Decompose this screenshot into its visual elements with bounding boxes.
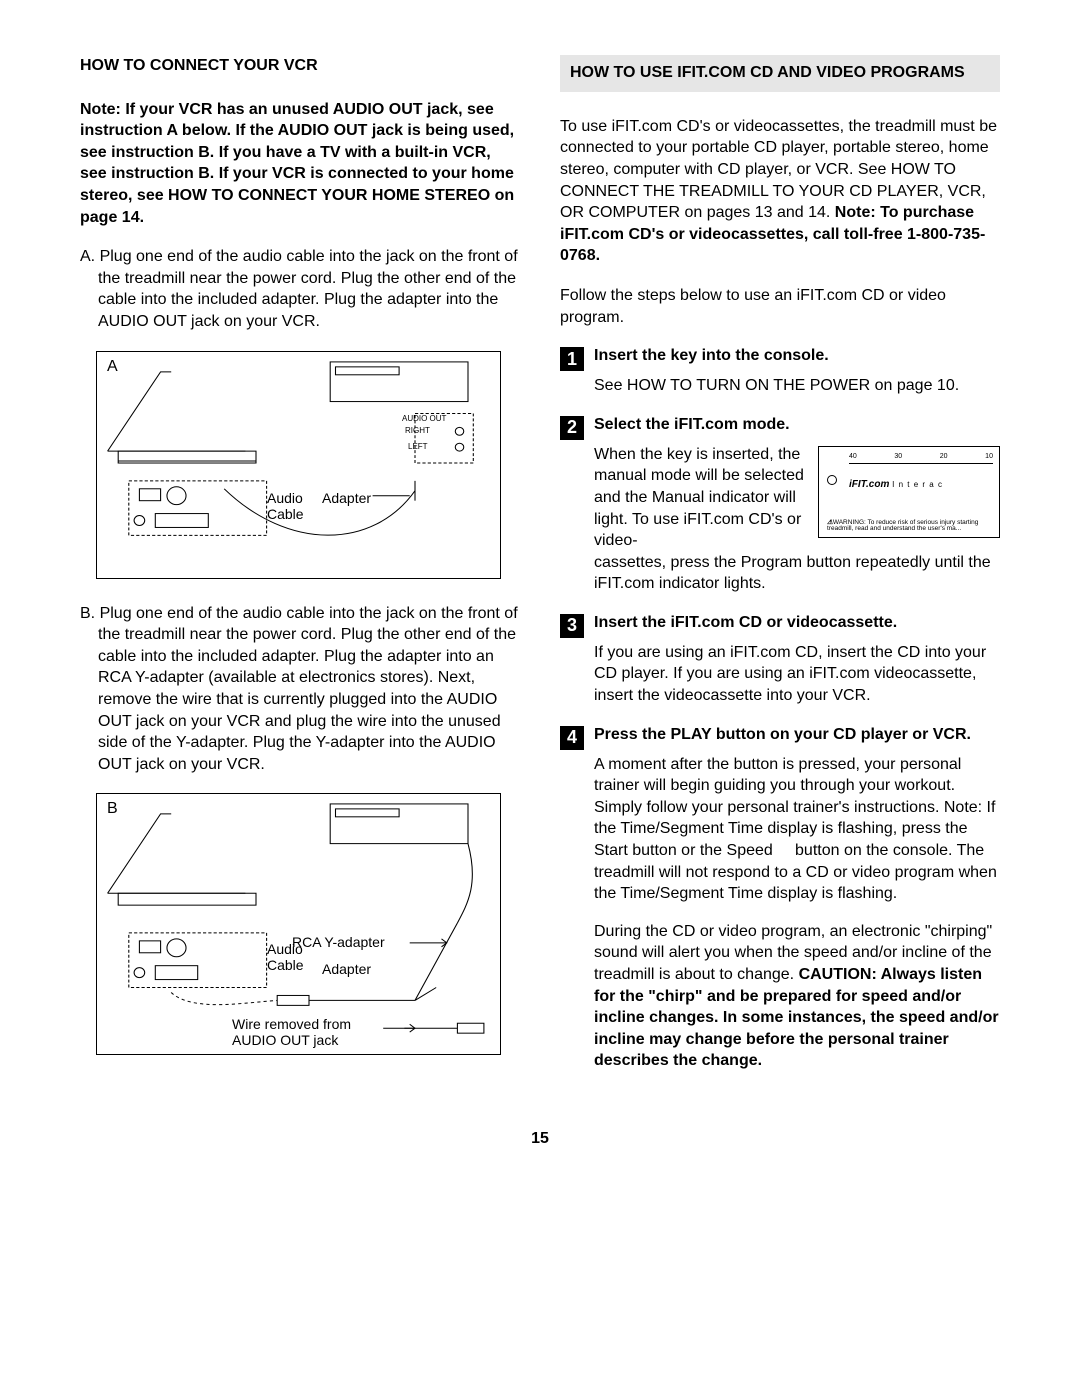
scale-40: 40 <box>849 453 857 463</box>
console-scale: 40 30 20 10 <box>849 453 993 464</box>
page-number: 15 <box>80 1130 1000 1148</box>
left-heading: HOW TO CONNECT YOUR VCR <box>80 55 520 77</box>
console-indicator-icon <box>827 475 837 485</box>
step-4-title: Press the PLAY button on your CD player … <box>594 725 971 750</box>
figure-b-sketch <box>97 794 500 1054</box>
step-4-number: 4 <box>560 726 584 750</box>
step-3-number: 3 <box>560 614 584 638</box>
step-4: 4 Press the PLAY button on your CD playe… <box>560 725 1000 750</box>
figure-a-sketch <box>97 352 500 578</box>
console-warning: ⚠WARNING: To reduce risk of serious inju… <box>827 520 995 533</box>
fig-a-audio-cable-label: Audio Cable <box>267 490 304 522</box>
scale-20: 20 <box>940 453 948 463</box>
step-3: 3 Insert the iFIT.com CD or videocassett… <box>560 613 1000 638</box>
console-brand-text: iFIT.com <box>849 479 889 490</box>
right-heading: HOW TO USE IFIT.COM CD AND VIDEO PROGRAM… <box>570 63 990 84</box>
console-figure: 40 30 20 10 iFIT.com I n t e r a c ⚠WARN… <box>818 446 1000 538</box>
console-interac: I n t e r a c <box>892 480 943 489</box>
figure-b: B <box>96 793 501 1055</box>
step-2-body-a: When the key is inserted, the manual mod… <box>594 444 808 552</box>
step-2: 2 Select the iFIT.com mode. <box>560 415 1000 440</box>
step-4-body-2: During the CD or video program, an elect… <box>594 921 1000 1072</box>
step-3-title: Insert the iFIT.com CD or videocassette. <box>594 613 897 638</box>
step-2-body-b: cassettes, press the Program button repe… <box>594 552 1000 595</box>
step-b-text: B. Plug one end of the audio cable into … <box>80 603 520 776</box>
scale-30: 30 <box>894 453 902 463</box>
fig-b-adapter-label: Adapter <box>322 961 371 977</box>
step-3-body: If you are using an iFIT.com CD, insert … <box>594 642 1000 707</box>
console-warning-text: WARNING: To reduce risk of serious injur… <box>827 519 978 533</box>
scale-10: 10 <box>985 453 993 463</box>
right-follow: Follow the steps below to use an iFIT.co… <box>560 285 1000 328</box>
step-1: 1 Insert the key into the console. <box>560 346 1000 371</box>
figure-a: A <box>96 351 501 579</box>
fig-a-adapter-label: Adapter <box>322 490 371 506</box>
step-4-body-1: A moment after the button is pressed, yo… <box>594 754 1000 905</box>
fig-a-left-label: LEFT <box>408 443 428 451</box>
step-1-body: See HOW TO TURN ON THE POWER on page 10. <box>594 375 1000 397</box>
right-intro: To use iFIT.com CD's or videocassettes, … <box>560 116 1000 267</box>
left-note-text: Note: If your VCR has an unused AUDIO OU… <box>80 101 514 226</box>
fig-b-rca-label: RCA Y-adapter <box>292 934 385 950</box>
step-2-title: Select the iFIT.com mode. <box>594 415 790 440</box>
fig-a-audio-out-label: AUDIO OUT <box>402 415 446 423</box>
step-2-number: 2 <box>560 416 584 440</box>
fig-a-right-label: RIGHT <box>405 427 430 435</box>
right-heading-box: HOW TO USE IFIT.COM CD AND VIDEO PROGRAM… <box>560 55 1000 92</box>
step-a-text: A. Plug one end of the audio cable into … <box>80 246 520 332</box>
step-1-number: 1 <box>560 347 584 371</box>
step-1-title: Insert the key into the console. <box>594 346 829 371</box>
fig-b-wire-label: Wire removed from AUDIO OUT jack <box>232 1016 351 1048</box>
left-note: Note: If your VCR has an unused AUDIO OU… <box>80 99 520 229</box>
console-brand: iFIT.com I n t e r a c <box>849 479 943 490</box>
